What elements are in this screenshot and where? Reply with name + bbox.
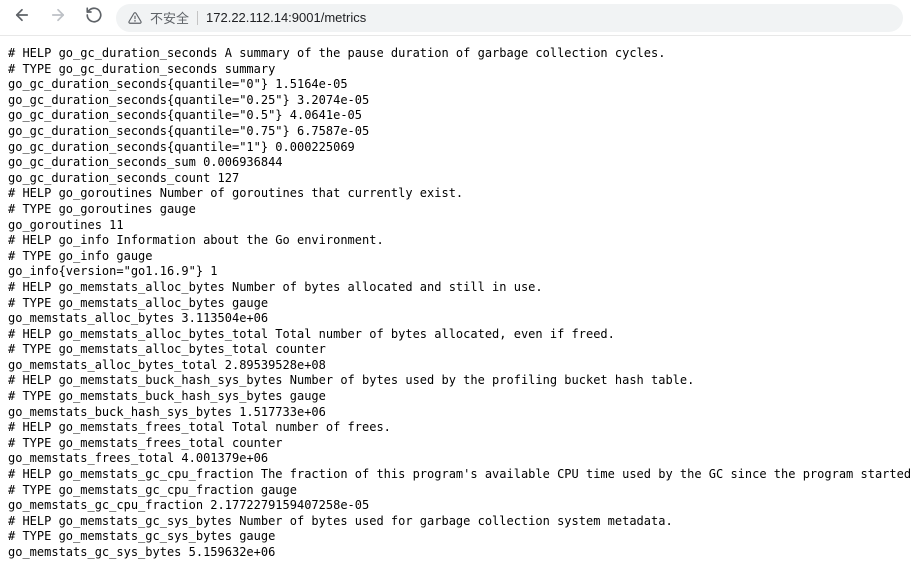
metrics-output: # HELP go_gc_duration_seconds A summary … [0, 36, 911, 571]
browser-toolbar: 不安全 172.22.112.14:9001/metrics [0, 0, 911, 36]
arrow-left-icon [13, 6, 31, 29]
back-button[interactable] [8, 4, 36, 32]
reload-icon [85, 6, 103, 29]
arrow-right-icon [49, 6, 67, 29]
security-label: 不安全 [150, 8, 189, 27]
address-bar[interactable]: 不安全 172.22.112.14:9001/metrics [116, 4, 903, 32]
forward-button[interactable] [44, 4, 72, 32]
warning-icon [128, 11, 142, 25]
reload-button[interactable] [80, 4, 108, 32]
address-divider [197, 11, 198, 25]
url-text: 172.22.112.14:9001/metrics [206, 10, 366, 25]
